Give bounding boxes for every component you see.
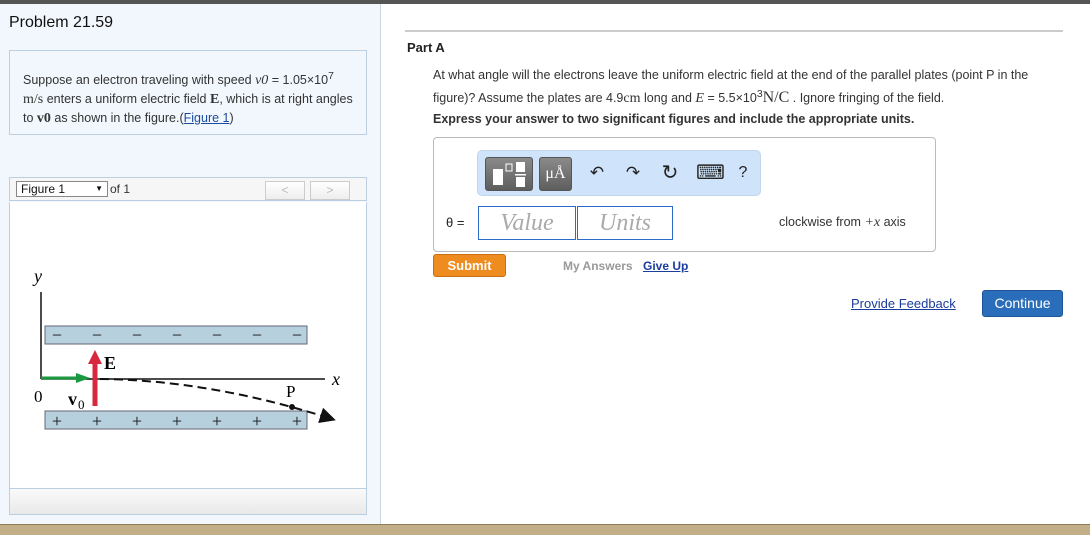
plus-sign: + — [212, 411, 222, 431]
p-label: P — [286, 382, 295, 401]
dropdown-arrow-icon: ▼ — [95, 184, 103, 193]
text: as shown in the figure.( — [50, 111, 184, 126]
plus-sign: + — [252, 411, 262, 431]
text: Suppose an electron traveling with speed — [23, 73, 256, 88]
text: clockwise from — [779, 215, 865, 229]
minus-sign: − — [172, 325, 182, 345]
minus-sign: − — [252, 325, 262, 345]
value-input[interactable]: Value — [478, 206, 576, 240]
prev-figure-button[interactable]: < — [265, 181, 305, 200]
text: ) — [229, 111, 234, 126]
text: enters a uniform electric field — [43, 92, 210, 107]
e-vector-symbol: E — [209, 92, 220, 108]
unit: N/C — [762, 89, 790, 107]
problem-title: Problem 21.59 — [9, 14, 114, 31]
help-icon[interactable]: ? — [732, 164, 754, 182]
instructions: Express your answer to two significant f… — [433, 112, 915, 126]
v0-subscript: 0 — [78, 397, 85, 412]
part-a-heading: Part A — [407, 40, 445, 55]
e-label: E — [104, 353, 116, 373]
e-symbol: E — [695, 91, 704, 107]
e-field-arrowhead — [88, 350, 102, 364]
v0-symbol: v0 — [255, 73, 269, 89]
origin-label: 0 — [34, 387, 43, 406]
next-figure-button[interactable]: > — [310, 181, 350, 200]
figure-area: − − − − − − − + + + + + + + y x 0 E v 0 … — [9, 202, 367, 489]
x-label: x — [331, 369, 340, 389]
text: long and — [640, 91, 696, 106]
undo-icon[interactable]: ↶ — [586, 163, 608, 183]
submit-button[interactable]: Submit — [433, 254, 506, 277]
figure-toolbar: Figure 1 ▼ of 1 < > — [9, 177, 367, 201]
fraction-template-icon — [493, 162, 526, 187]
provide-feedback-link[interactable]: Provide Feedback — [851, 296, 956, 311]
figure-select-value: Figure 1 — [21, 182, 66, 196]
exponent: 7 — [328, 71, 334, 82]
v0-arrowhead — [76, 373, 90, 383]
answer-suffix: clockwise from +x axis — [779, 215, 906, 231]
unit: m/s — [23, 92, 44, 108]
plus-sign: + — [132, 411, 142, 431]
minus-sign: − — [292, 325, 302, 345]
figure-footer — [9, 488, 367, 515]
minus-sign: − — [92, 325, 102, 345]
plus-sign: + — [52, 411, 62, 431]
templates-button[interactable] — [485, 157, 533, 191]
figure-link[interactable]: Figure 1 — [184, 111, 230, 125]
minus-sign: − — [52, 325, 62, 345]
unit: cm — [623, 91, 641, 107]
v0-vector-symbol: v0 — [36, 111, 51, 127]
redo-icon[interactable]: ↷ — [622, 163, 644, 183]
y-label: y — [32, 266, 42, 286]
figure-count: of 1 — [110, 182, 131, 196]
point-p — [289, 404, 295, 410]
text: = 5.5×10 — [703, 91, 757, 106]
v0-label: v — [68, 389, 77, 409]
minus-sign: − — [132, 325, 142, 345]
my-answers-link[interactable]: My Answers — [563, 259, 633, 273]
text: axis — [880, 215, 906, 229]
text: = 1.05×10 — [268, 73, 329, 88]
x-symbol: +x — [864, 215, 881, 230]
problem-statement: Suppose an electron traveling with speed… — [9, 50, 367, 135]
question-text: At what angle will the electrons leave t… — [433, 66, 1063, 108]
figure-select[interactable]: Figure 1 ▼ — [16, 181, 108, 197]
keyboard-icon[interactable]: ⌨ — [696, 160, 725, 185]
continue-button[interactable]: Continue — [982, 290, 1063, 317]
minus-sign: − — [212, 325, 222, 345]
math-toolbar: μÅ ↶ ↷ ↻ ⌨ ? — [477, 150, 761, 196]
theta-label: θ = — [446, 215, 465, 230]
figure-diagram: − − − − − − − + + + + + + + y x 0 E v 0 … — [32, 266, 340, 431]
plus-sign: + — [172, 411, 182, 431]
divider — [405, 30, 1063, 32]
units-button[interactable]: μÅ — [539, 157, 572, 191]
plus-sign: + — [292, 411, 302, 431]
give-up-link[interactable]: Give Up — [643, 259, 688, 273]
answer-box: μÅ ↶ ↷ ↻ ⌨ ? θ = Value Units clockwise f… — [433, 137, 936, 252]
units-input[interactable]: Units — [577, 206, 673, 240]
text: . Ignore fringing of the field. — [789, 91, 945, 106]
plus-sign: + — [92, 411, 102, 431]
reset-icon[interactable]: ↻ — [659, 160, 681, 185]
bottom-bar — [0, 524, 1090, 535]
